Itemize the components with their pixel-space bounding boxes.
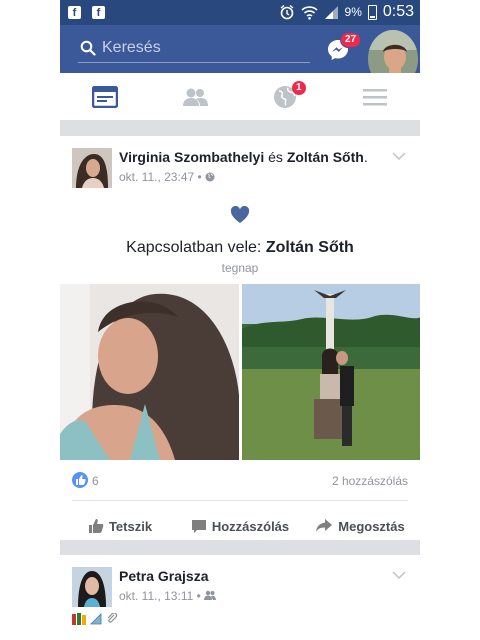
share-label: Megosztás bbox=[338, 518, 405, 534]
post-author-avatar[interactable] bbox=[72, 148, 112, 188]
comment-count[interactable]: 2 hozzászólás bbox=[332, 474, 408, 488]
battery-icon bbox=[367, 4, 377, 20]
search-bar[interactable] bbox=[78, 37, 310, 63]
heart-icon bbox=[230, 205, 250, 223]
comment-icon bbox=[191, 520, 206, 533]
search-input[interactable] bbox=[102, 39, 302, 57]
author-name[interactable]: Virginia Szombathelyi bbox=[119, 149, 264, 165]
like-reaction-icon bbox=[72, 472, 88, 488]
feed-separator bbox=[60, 540, 420, 555]
tab-friend-requests[interactable] bbox=[160, 73, 230, 121]
public-globe-icon bbox=[205, 172, 215, 182]
period: . bbox=[363, 149, 368, 165]
event-person[interactable]: Zoltán Sőth bbox=[266, 239, 354, 256]
app-screen: f f 9% 0:53 27 bbox=[60, 0, 420, 640]
news-feed-icon bbox=[92, 86, 118, 108]
alarm-icon bbox=[280, 4, 293, 20]
dot-separator: • bbox=[196, 589, 205, 603]
battery-percent: 9% bbox=[344, 5, 362, 19]
post-photo[interactable] bbox=[60, 284, 239, 460]
triangle-ruler-icon bbox=[90, 613, 102, 625]
wifi-icon bbox=[300, 5, 318, 20]
tab-bar: 1 bbox=[60, 73, 420, 121]
post-header-text: Virginia Szombathelyi és Zoltán Sőth. bbox=[119, 149, 389, 165]
comment-label: Hozzászólás bbox=[211, 518, 290, 534]
tab-news-feed[interactable] bbox=[70, 73, 140, 121]
tab-notifications[interactable]: 1 bbox=[250, 73, 320, 121]
search-icon bbox=[80, 40, 96, 56]
conjunction: és bbox=[268, 149, 283, 165]
chevron-down-icon[interactable] bbox=[392, 571, 406, 579]
chevron-down-icon[interactable] bbox=[392, 152, 406, 160]
share-icon bbox=[316, 519, 333, 532]
facebook-notification-icon: f bbox=[92, 6, 105, 19]
paperclip-icon bbox=[107, 613, 118, 623]
tab-menu[interactable] bbox=[340, 73, 410, 121]
photo-couple-park bbox=[241, 284, 420, 460]
messenger-button[interactable]: 27 bbox=[326, 32, 362, 64]
thumbs-up-icon bbox=[88, 519, 104, 533]
post-header-text: Petra Grajsza bbox=[119, 568, 389, 584]
clock: 0:53 bbox=[382, 3, 414, 20]
facebook-notification-icon: f bbox=[68, 6, 81, 19]
status-bar: f f 9% 0:53 bbox=[60, 0, 420, 25]
friends-icon bbox=[183, 88, 208, 106]
life-event: Kapcsolatban vele: Zoltán Sőth tegnap bbox=[60, 205, 420, 275]
photo-selfie bbox=[60, 284, 239, 460]
like-label: Tetszik bbox=[108, 518, 153, 534]
friends-audience-icon bbox=[204, 590, 217, 600]
messenger-badge: 27 bbox=[340, 32, 362, 48]
reaction-summary[interactable]: 6 2 hozzászólás bbox=[72, 472, 408, 492]
post-attachments-row bbox=[72, 613, 118, 625]
life-event-date: tegnap bbox=[221, 261, 259, 275]
menu-icon bbox=[363, 89, 387, 106]
event-prefix: Kapcsolatban vele: bbox=[126, 239, 262, 256]
share-button[interactable]: Megosztás bbox=[300, 508, 420, 544]
post-author-avatar[interactable] bbox=[72, 567, 112, 607]
post-timestamp[interactable]: okt. 11., 13:11 bbox=[119, 589, 193, 603]
like-button[interactable]: Tetszik bbox=[60, 508, 180, 544]
divider bbox=[72, 500, 408, 501]
dot-separator: • bbox=[197, 170, 206, 184]
feed-post: Virginia Szombathelyi és Zoltán Sőth. ok… bbox=[60, 136, 420, 540]
post-meta: okt. 11., 13:11 • bbox=[119, 589, 217, 603]
books-icon bbox=[72, 613, 86, 625]
photo-grid bbox=[60, 284, 420, 460]
like-count[interactable]: 6 bbox=[92, 474, 99, 488]
post-photo[interactable] bbox=[241, 284, 420, 460]
feed-post: Petra Grajsza okt. 11., 13:11 • bbox=[60, 555, 420, 640]
signal-icon bbox=[324, 5, 338, 19]
author-photo bbox=[72, 567, 112, 607]
tagged-person[interactable]: Zoltán Sőth bbox=[287, 149, 364, 165]
post-meta: okt. 11., 23:47 • bbox=[119, 170, 215, 184]
post-actions: Tetszik Hozzászólás Megosztás bbox=[60, 508, 420, 544]
notifications-badge: 1 bbox=[292, 81, 306, 95]
author-photo bbox=[72, 148, 112, 188]
feed-separator bbox=[60, 121, 420, 136]
comment-button[interactable]: Hozzászólás bbox=[180, 508, 300, 544]
author-name[interactable]: Petra Grajsza bbox=[119, 568, 209, 584]
post-timestamp[interactable]: okt. 11., 23:47 bbox=[119, 170, 194, 184]
life-event-title: Kapcsolatban vele: Zoltán Sőth bbox=[60, 239, 420, 257]
